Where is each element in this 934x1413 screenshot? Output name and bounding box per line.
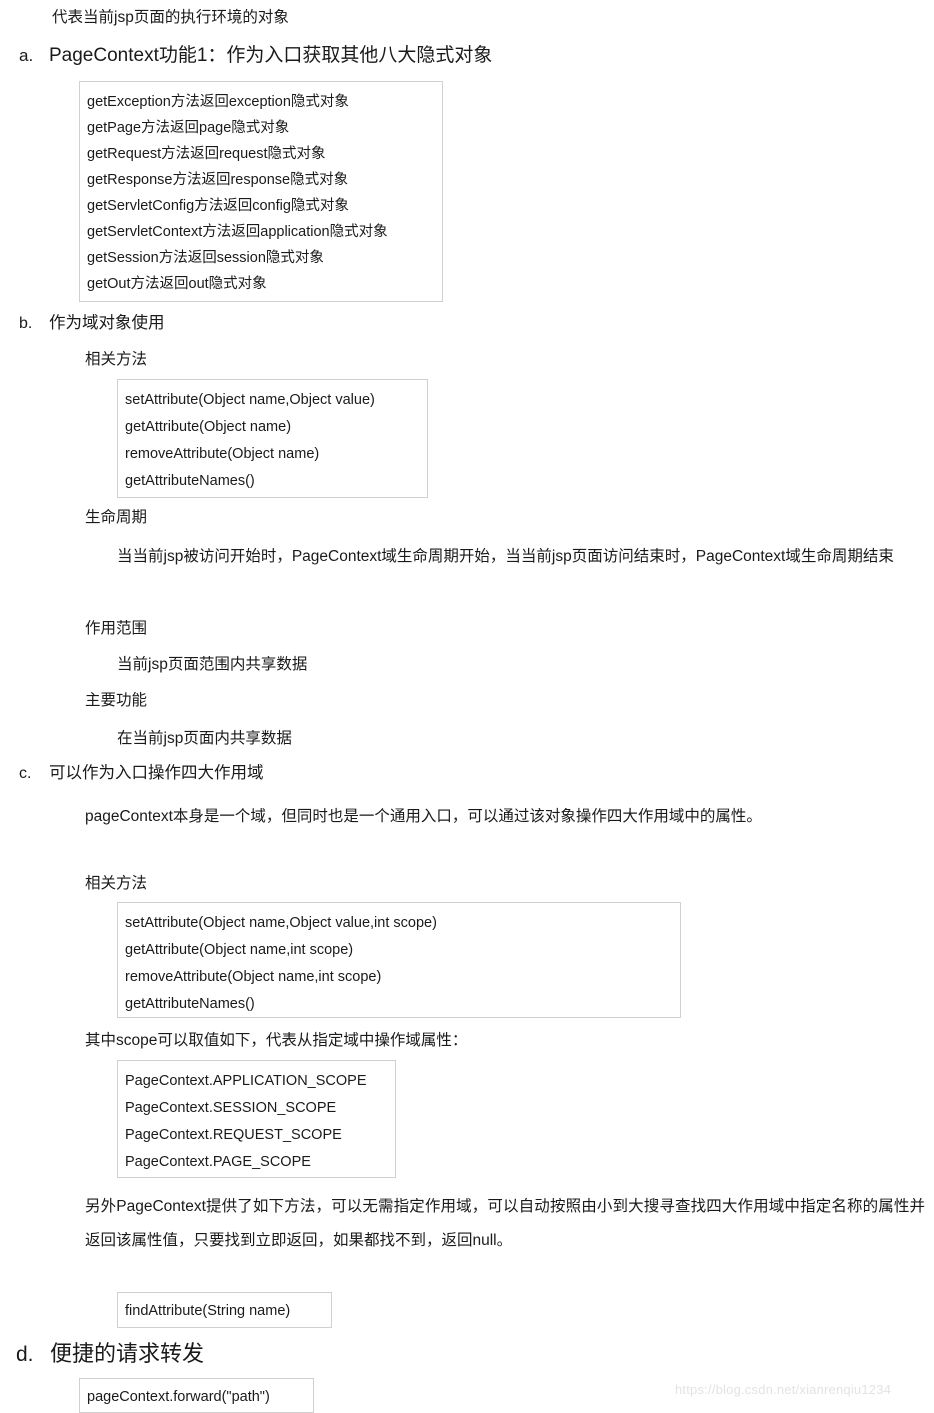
code-line: PageContext.PAGE_SCOPE — [125, 1154, 311, 1170]
find-attribute-codebox: findAttribute(String name) — [117, 1292, 332, 1328]
code-line: findAttribute(String name) — [125, 1303, 291, 1319]
code-line: removeAttribute(Object name) — [125, 446, 320, 462]
section-a-marker: a. — [19, 46, 34, 65]
section-a-heading: a. PageContext功能1：作为入口获取其他八大隐式对象 — [19, 42, 492, 70]
code-line: setAttribute(Object name,Object value,in… — [125, 915, 437, 931]
code-line: getAttributeNames() — [125, 473, 255, 489]
code-line: getException方法返回exception隐式对象 — [87, 94, 349, 110]
section-c-find-paragraph: 另外PageContext提供了如下方法，可以无需指定作用域，可以自动按照由小到… — [85, 1198, 925, 1249]
code-line: getSession方法返回session隐式对象 — [87, 250, 324, 266]
section-c-paragraph: pageContext本身是一个域，但同时也是一个通用入口，可以通过该对象操作四… — [85, 808, 762, 825]
scope-api-codebox: setAttribute(Object name,Object value,in… — [117, 902, 681, 1018]
code-line: PageContext.SESSION_SCOPE — [125, 1100, 337, 1116]
section-b-function-text: 在当前jsp页面内共享数据 — [117, 730, 292, 747]
domain-methods-codebox: setAttribute(Object name,Object value) g… — [117, 379, 428, 498]
section-b-function-label: 主要功能 — [85, 692, 148, 709]
section-d-heading: d. 便捷的请求转发 — [16, 1338, 204, 1370]
code-line: getRequest方法返回request隐式对象 — [87, 146, 326, 162]
code-line: getAttribute(Object name,int scope) — [125, 942, 354, 958]
section-c-heading: c. 可以作为入口操作四大作用域 — [19, 760, 264, 786]
section-b-heading-text: 作为域对象使用 — [49, 314, 165, 332]
section-b-marker: b. — [19, 315, 33, 332]
code-line: setAttribute(Object name,Object value) — [125, 392, 375, 408]
code-line: removeAttribute(Object name,int scope) — [125, 969, 382, 985]
code-line: getServletContext方法返回application隐式对象 — [87, 224, 388, 240]
section-b-scope-label: 作用范围 — [85, 620, 148, 637]
section-c-scope-values-label: 其中scope可以取值如下，代表从指定域中操作域属性： — [85, 1032, 468, 1049]
code-line: getOut方法返回out隐式对象 — [87, 276, 267, 292]
code-line: getAttribute(Object name) — [125, 419, 292, 435]
document-page: 代表当前jsp页面的执行环境的对象 a. PageContext功能1：作为入口… — [0, 0, 934, 1413]
section-b-lifecycle-label: 生命周期 — [85, 509, 148, 526]
implicit-objects-codebox: getException方法返回exception隐式对象 getPage方法返… — [79, 81, 443, 302]
section-b-scope-text: 当前jsp页面范围内共享数据 — [117, 656, 308, 673]
intro-line: 代表当前jsp页面的执行环境的对象 — [52, 9, 289, 26]
section-b-lifecycle-text: 当当前jsp被访问开始时，PageContext域生命周期开始，当当前jsp页面… — [117, 548, 894, 565]
code-line: getPage方法返回page隐式对象 — [87, 120, 290, 136]
code-line: PageContext.REQUEST_SCOPE — [125, 1127, 342, 1143]
section-c-marker: c. — [19, 765, 32, 782]
code-line: getServletConfig方法返回config隐式对象 — [87, 198, 349, 214]
section-b-heading: b. 作为域对象使用 — [19, 310, 165, 336]
scope-values-codebox: PageContext.APPLICATION_SCOPE PageContex… — [117, 1060, 396, 1178]
csdn-watermark: https://blog.csdn.net/xianrenqiu1234 — [675, 1382, 892, 1397]
code-line: getResponse方法返回response隐式对象 — [87, 172, 349, 188]
section-c-methods-label: 相关方法 — [85, 875, 148, 892]
section-b-methods-label: 相关方法 — [85, 351, 148, 368]
code-line: pageContext.forward("path") — [87, 1389, 270, 1405]
forward-codebox: pageContext.forward("path") — [79, 1378, 314, 1413]
section-d-marker: d. — [16, 1343, 34, 1366]
code-line: PageContext.APPLICATION_SCOPE — [125, 1073, 367, 1089]
section-c-heading-text: 可以作为入口操作四大作用域 — [49, 764, 264, 782]
section-d-heading-text: 便捷的请求转发 — [50, 1341, 205, 1366]
section-a-heading-text: PageContext功能1：作为入口获取其他八大隐式对象 — [49, 45, 493, 66]
code-line: getAttributeNames() — [125, 996, 255, 1012]
